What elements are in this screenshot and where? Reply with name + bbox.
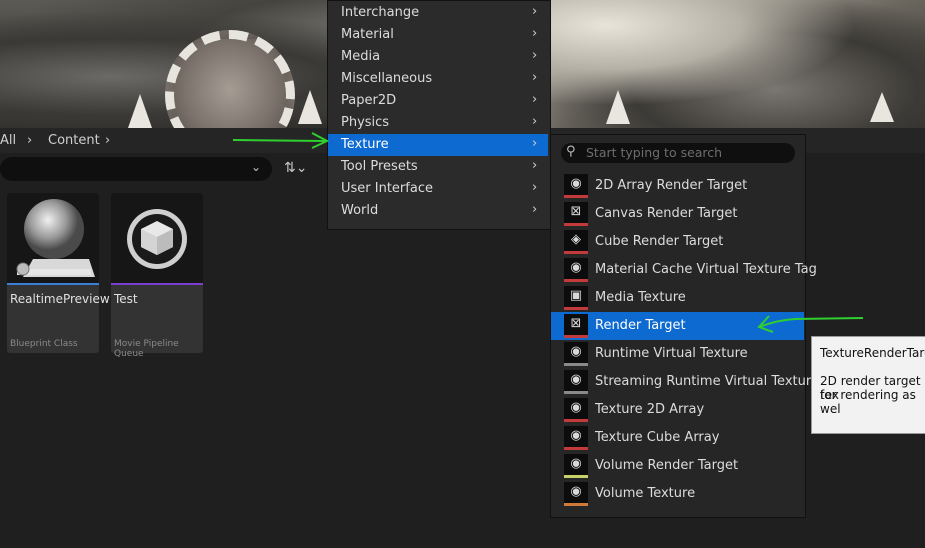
search-icon: ⚲ — [566, 144, 576, 159]
chevron-right-icon: › — [532, 92, 538, 107]
menu-item-label: Interchange — [341, 5, 420, 20]
menu-item-label: Paper2D — [341, 93, 397, 108]
menu-item-label: User Interface — [341, 181, 433, 196]
spike-decoration — [128, 94, 152, 128]
canvas-icon: ⊠ — [564, 314, 588, 338]
menu-item-label: Material — [341, 27, 394, 42]
chevron-right-icon: › — [532, 70, 538, 85]
submenu-item-label: Runtime Virtual Texture — [595, 346, 748, 361]
movie-pipeline-queue-icon — [127, 209, 187, 269]
chevron-right-icon: › — [532, 114, 538, 129]
filter-search-input[interactable] — [0, 157, 272, 181]
asset-type: Blueprint Class — [10, 339, 78, 349]
asset-tile-realtimepreview[interactable]: RealtimePreview Blueprint Class — [7, 193, 110, 353]
breadcrumb-content[interactable]: Content — [48, 133, 100, 148]
asset-name: RealtimePreview — [10, 292, 110, 306]
submenu-item-label: Media Texture — [595, 290, 686, 305]
asset-thumbnail — [7, 193, 99, 283]
menu-item-label: Texture — [341, 137, 389, 152]
breadcrumb-separator-icon: › — [27, 133, 33, 148]
submenu-item-label: Cube Render Target — [595, 234, 724, 249]
spike-decoration — [606, 90, 630, 124]
media-texture-icon: ▣ — [564, 286, 588, 310]
annotation-arrow-icon — [757, 315, 864, 333]
chevron-right-icon: › — [532, 48, 538, 63]
chevron-right-icon: › — [532, 136, 538, 151]
submenu-item-label: Texture Cube Array — [595, 430, 720, 445]
chevron-right-icon: › — [532, 26, 538, 41]
submenu-item-label: 2D Array Render Target — [595, 178, 748, 193]
menu-item-label: Media — [341, 49, 381, 64]
asset-type: Movie Pipeline Queue — [114, 339, 179, 359]
asset-type-color-bar — [111, 283, 203, 285]
sort-icon[interactable]: ⇅⌄ — [284, 160, 307, 176]
menu-item-label: World — [341, 203, 379, 218]
menu-item-label: Physics — [341, 115, 390, 130]
menu-item-label: Miscellaneous — [341, 71, 433, 86]
blueprint-sphere-icon — [16, 199, 95, 277]
annotation-arrow-icon — [232, 132, 330, 149]
chevron-right-icon: › — [532, 202, 538, 217]
texture-icon: ◉ — [564, 342, 588, 366]
submenu-item-label: Volume Render Target — [595, 458, 739, 473]
menu-item-label: Tool Presets — [341, 159, 418, 174]
tooltip-line: for rendering as wel — [820, 388, 916, 416]
texture-icon: ◉ — [564, 258, 588, 282]
texture-icon: ◉ — [564, 370, 588, 394]
chevron-down-icon[interactable]: ⌄ — [251, 160, 261, 174]
asset-tile-test[interactable]: Test Movie Pipeline Queue — [111, 193, 203, 359]
texture-icon: ◉ — [564, 426, 588, 450]
texture-icon: ◉ — [564, 398, 588, 422]
texture-icon: ◉ — [564, 482, 588, 506]
submenu-item-label: Render Target — [595, 318, 686, 333]
canvas-icon: ⊠ — [564, 202, 588, 226]
submenu-item-label: Volume Texture — [595, 486, 696, 501]
chevron-right-icon: › — [532, 158, 538, 173]
breadcrumb-chevron-icon[interactable]: › — [105, 133, 110, 148]
submenu-item-label: Streaming Runtime Virtual Texture — [595, 374, 819, 389]
spike-decoration — [870, 92, 894, 122]
submenu-item-label: Texture 2D Array — [595, 402, 705, 417]
asset-thumbnail — [111, 193, 203, 283]
cube-icon: ◈ — [564, 230, 588, 254]
asset-type-color-bar — [7, 283, 99, 285]
search-placeholder: Start typing to search — [586, 145, 723, 160]
breadcrumb-all[interactable]: All — [0, 133, 16, 148]
chevron-right-icon: › — [532, 4, 538, 19]
spike-decoration — [298, 90, 322, 124]
submenu-item-label: Canvas Render Target — [595, 206, 738, 221]
texture-icon: ◉ — [564, 454, 588, 478]
tooltip-title: TextureRenderTarge — [820, 346, 925, 360]
asset-name: Test — [114, 292, 138, 306]
chevron-right-icon: › — [532, 180, 538, 195]
submenu-item-label: Material Cache Virtual Texture Tag — [595, 262, 817, 277]
render-target-icon: ◉ — [564, 174, 588, 198]
